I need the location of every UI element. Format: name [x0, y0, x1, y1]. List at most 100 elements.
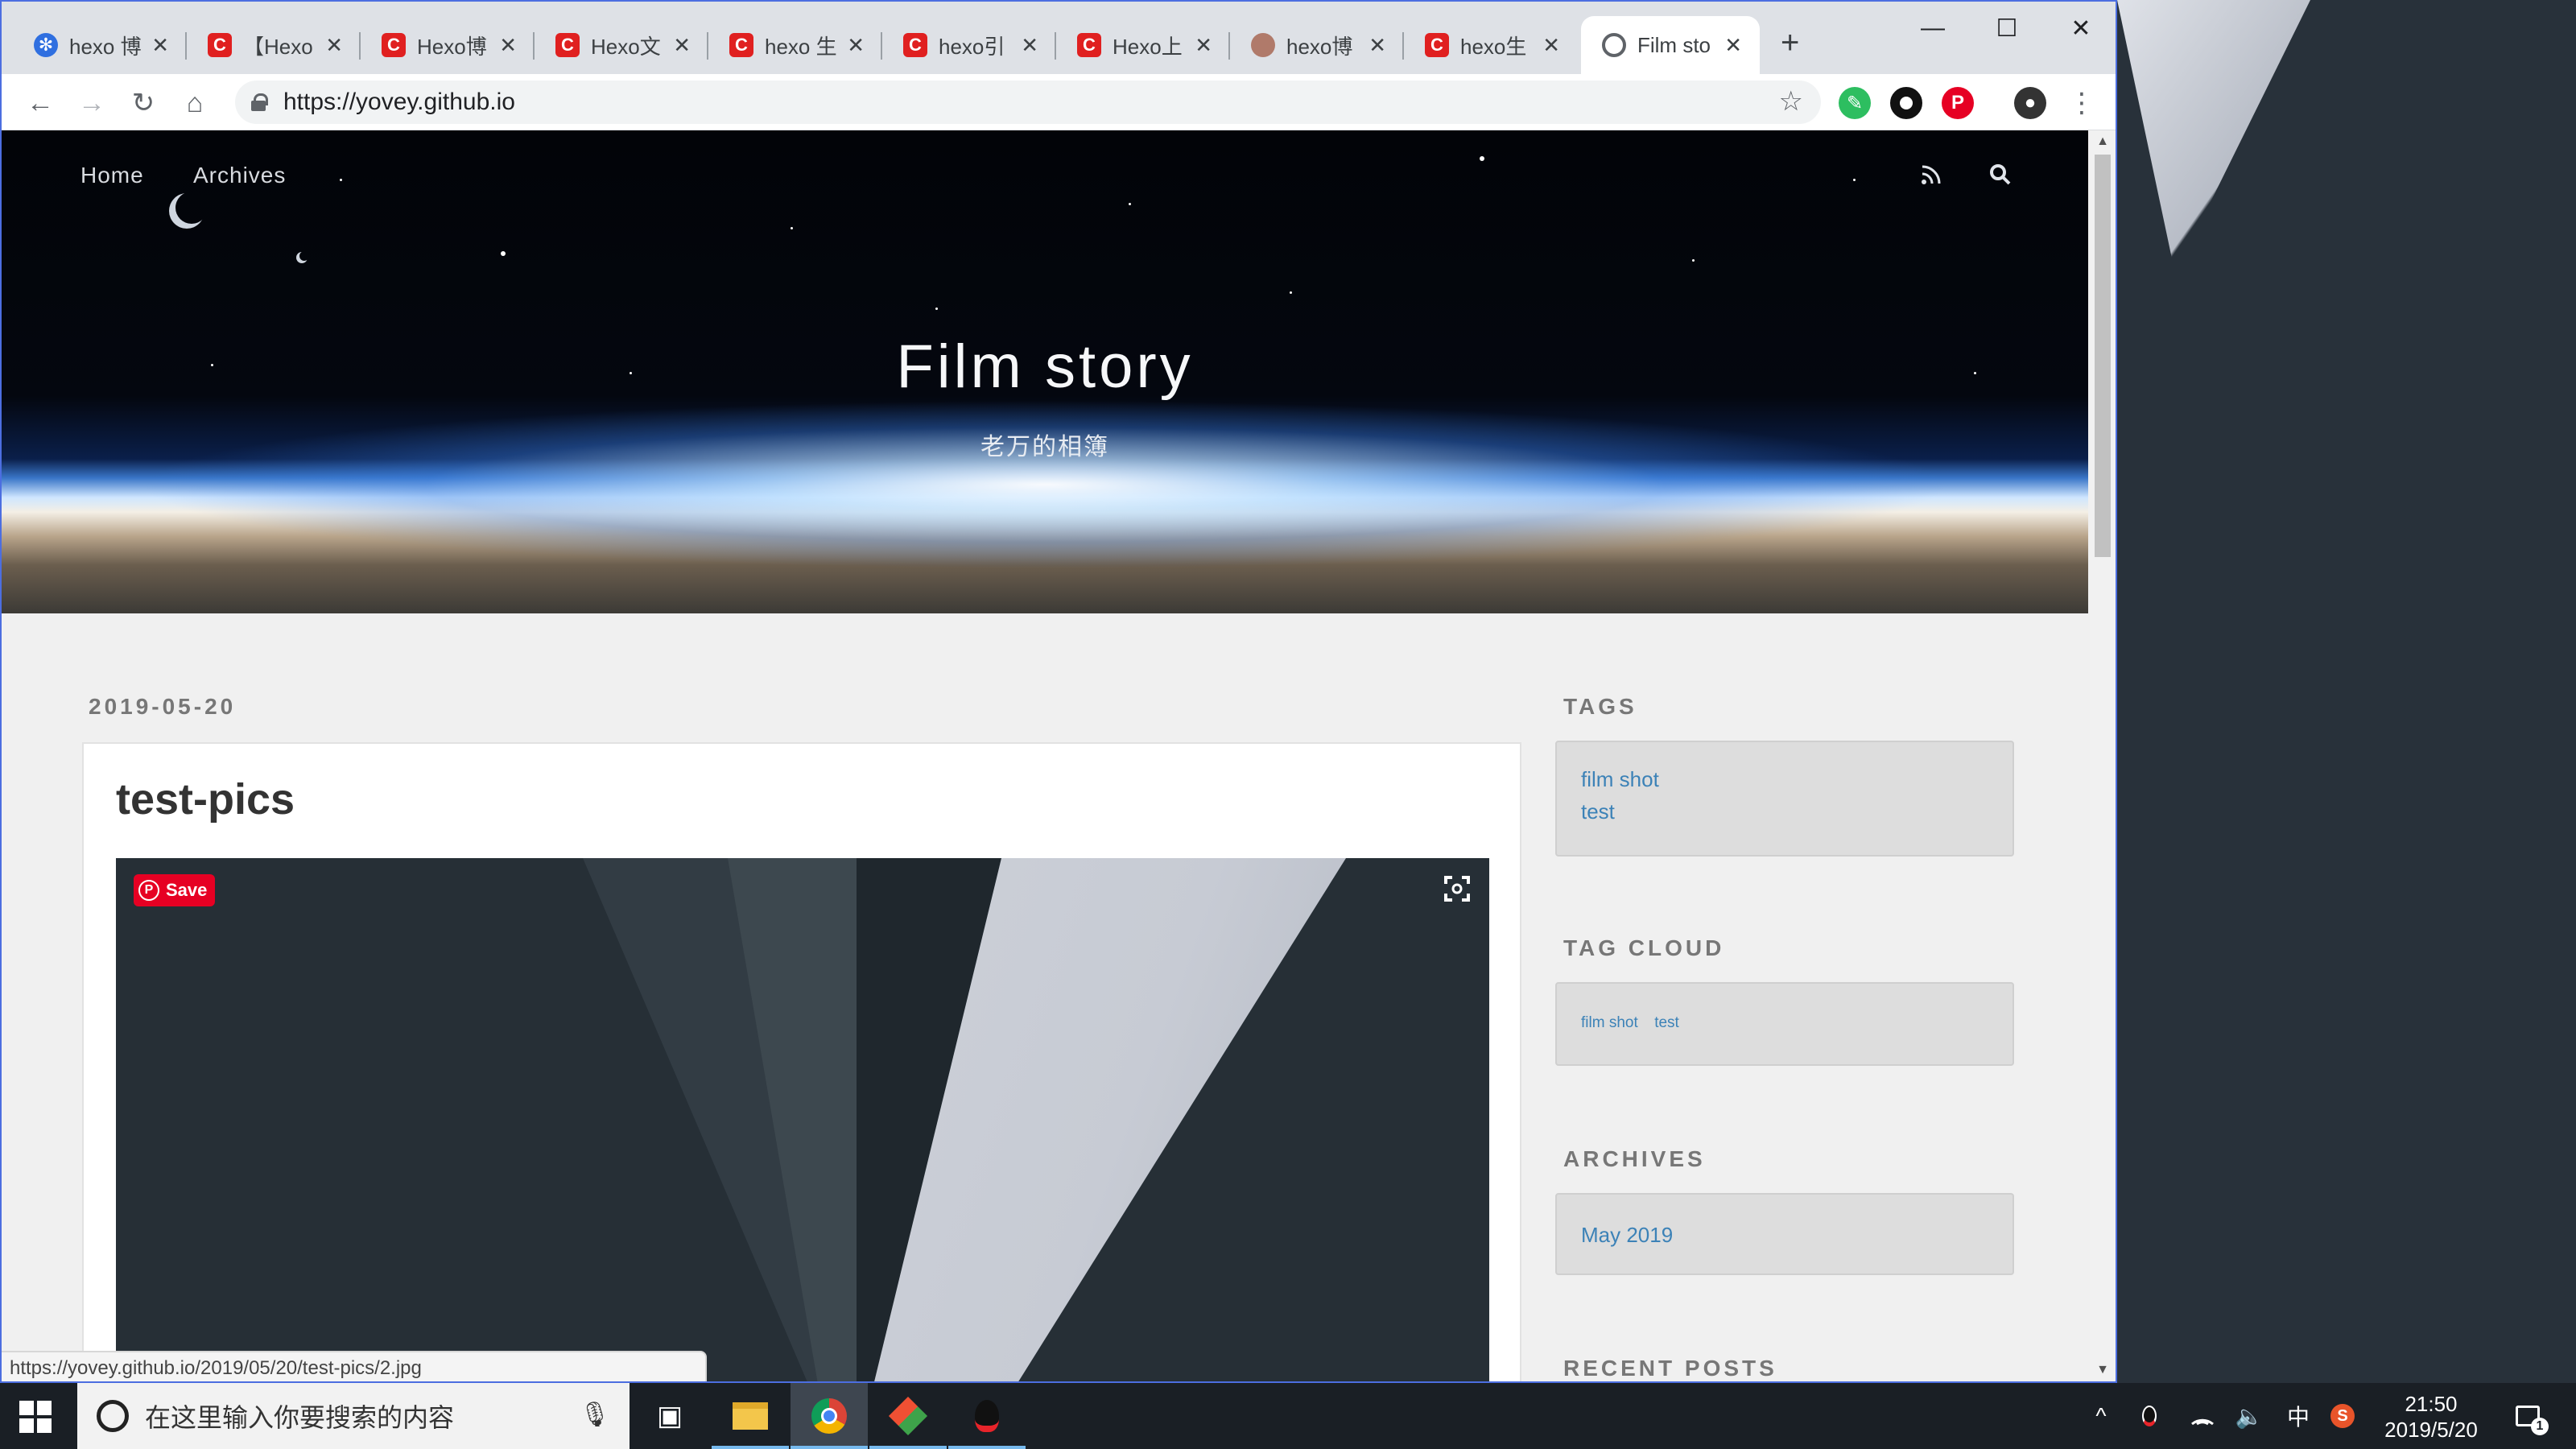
- taskbar-search-placeholder: 在这里输入你要搜索的内容: [145, 1403, 455, 1432]
- tab-title: Hexo文: [591, 34, 661, 59]
- csdn-icon: C: [903, 33, 927, 57]
- tab-close-icon[interactable]: ✕: [673, 33, 691, 58]
- tab-close-icon[interactable]: ✕: [1724, 33, 1742, 58]
- windows-taskbar: 在这里输入你要搜索的内容 🎙 ▣ ^ 🔈 中 S 21:50 2019/5/20…: [0, 1383, 2576, 1449]
- file-explorer-icon[interactable]: [712, 1383, 789, 1449]
- hero-banner: Home Archives Film story 老万的相簿: [2, 130, 2088, 613]
- save-label: Save: [166, 880, 208, 900]
- archives-heading: ARCHIVES: [1563, 1146, 1706, 1171]
- pinterest-extension-icon[interactable]: P: [1942, 87, 1974, 119]
- tab-close-icon[interactable]: ✕: [1021, 33, 1038, 58]
- browser-toolbar: ← → ↻ ⌂ https://yovey.github.io ☆ ✎ P ● …: [2, 74, 2116, 130]
- tab-strip: ✻ hexo 博 ✕ C 【Hexo ✕ C Hexo博 ✕ C Hexo文 ✕…: [2, 2, 2116, 74]
- clock-date: 2019/5/20: [2384, 1418, 2478, 1442]
- bookmark-star-icon[interactable]: ☆: [1779, 85, 1803, 118]
- pinterest-save-button[interactable]: P Save: [134, 874, 216, 906]
- search-icon[interactable]: [1987, 161, 2014, 188]
- tag-cloud-link[interactable]: test: [1654, 1014, 1679, 1031]
- home-icon[interactable]: ⌂: [175, 84, 214, 122]
- tab-close-icon[interactable]: ✕: [499, 33, 517, 58]
- new-tab-button[interactable]: +: [1781, 23, 1799, 63]
- windows-start-icon[interactable]: [19, 1401, 52, 1433]
- qq-tray-icon[interactable]: [2133, 1383, 2165, 1449]
- nav-archives-link[interactable]: Archives: [193, 163, 286, 188]
- globe-icon: [1602, 33, 1626, 57]
- scroll-up-arrow-icon[interactable]: ▲: [2095, 134, 2111, 150]
- tag-cloud-box: film shot test: [1555, 982, 2014, 1066]
- evernote-extension-icon[interactable]: ✎: [1839, 87, 1871, 119]
- tags-heading: TAGS: [1563, 694, 1637, 719]
- tab-2[interactable]: C Hexo博 ✕: [361, 16, 535, 74]
- ime-indicator[interactable]: 中: [2278, 1383, 2318, 1449]
- tag-cloud-link[interactable]: film shot: [1581, 1014, 1638, 1031]
- back-arrow-icon[interactable]: ←: [21, 84, 60, 122]
- taskbar-search-box[interactable]: 在这里输入你要搜索的内容 🎙: [77, 1383, 630, 1449]
- sogou-input-icon[interactable]: S: [2326, 1383, 2359, 1449]
- csdn-icon: C: [555, 33, 580, 57]
- tab-3[interactable]: C Hexo文 ✕: [535, 16, 708, 74]
- tag-link[interactable]: film shot: [1581, 763, 1988, 795]
- reload-icon[interactable]: ↻: [124, 84, 163, 122]
- post-card: test-pics P Save: [82, 742, 1521, 1381]
- fullscreen-expand-icon[interactable]: [1441, 873, 1473, 905]
- taskbar-clock[interactable]: 21:50 2019/5/20: [2367, 1391, 2496, 1443]
- tab-title: Hexo博: [417, 34, 487, 59]
- url-text[interactable]: https://yovey.github.io: [283, 89, 515, 116]
- post-image[interactable]: P Save: [116, 858, 1489, 1381]
- recent-posts-heading: RECENT POSTS: [1563, 1356, 1777, 1381]
- tab-6[interactable]: C Hexo上 ✕: [1056, 16, 1230, 74]
- profile-avatar-icon[interactable]: ●: [2014, 87, 2046, 119]
- tab-7[interactable]: hexo博 ✕: [1230, 16, 1404, 74]
- microphone-icon[interactable]: 🎙: [580, 1401, 610, 1429]
- close-window-icon[interactable]: ✕: [2045, 8, 2116, 48]
- tab-4[interactable]: C hexo 生 ✕: [708, 16, 882, 74]
- rss-icon[interactable]: [1918, 161, 1945, 188]
- tray-expand-chevron-icon[interactable]: ^: [2085, 1383, 2117, 1449]
- site-title[interactable]: Film story: [2, 332, 2088, 402]
- tag-cloud-heading: TAG CLOUD: [1563, 935, 1725, 960]
- archive-link[interactable]: May 2019: [1581, 1219, 1988, 1251]
- tab-0[interactable]: ✻ hexo 博 ✕: [13, 16, 187, 74]
- tab-close-icon[interactable]: ✕: [1368, 33, 1386, 58]
- tab-5[interactable]: C hexo引 ✕: [882, 16, 1056, 74]
- task-view-icon[interactable]: ▣: [631, 1383, 708, 1449]
- tab-title: 【Hexo: [243, 34, 313, 59]
- tab-8[interactable]: C hexo生 ✕: [1404, 16, 1578, 74]
- maximize-icon[interactable]: ☐: [1971, 8, 2043, 48]
- csdn-icon: C: [382, 33, 406, 57]
- chrome-icon[interactable]: [791, 1383, 868, 1449]
- forward-arrow-icon[interactable]: →: [72, 84, 111, 122]
- scroll-thumb[interactable]: [2095, 155, 2111, 557]
- pinterest-icon: P: [138, 880, 159, 901]
- tab-title: hexo 生: [765, 34, 837, 59]
- cortana-circle-icon[interactable]: [97, 1400, 129, 1432]
- moon-crescent: [175, 192, 208, 224]
- tab-title: hexo 博: [69, 34, 142, 59]
- qq-penguin-icon[interactable]: [948, 1383, 1026, 1449]
- tab-close-icon[interactable]: ✕: [325, 33, 343, 58]
- tab-close-icon[interactable]: ✕: [847, 33, 865, 58]
- tab-1[interactable]: C 【Hexo ✕: [187, 16, 361, 74]
- tag-link[interactable]: test: [1581, 795, 1988, 828]
- page-scrollbar[interactable]: ▲ ▼: [2090, 130, 2116, 1381]
- page-viewport: Home Archives Film story 老万的相簿 2019-05-2…: [2, 130, 2116, 1381]
- archives-box: May 2019: [1555, 1193, 2014, 1275]
- scroll-down-arrow-icon[interactable]: ▼: [2095, 1362, 2111, 1378]
- post-title[interactable]: test-pics: [116, 774, 295, 824]
- baidu-paw-icon: ✻: [34, 33, 58, 57]
- tab-close-icon[interactable]: ✕: [151, 33, 169, 58]
- csdn-icon: C: [208, 33, 232, 57]
- wifi-icon[interactable]: [2186, 1383, 2219, 1449]
- minimize-icon[interactable]: —: [1897, 8, 1969, 48]
- notification-center-icon[interactable]: 1: [2504, 1383, 2552, 1449]
- nav-home-link[interactable]: Home: [80, 163, 144, 188]
- volume-icon[interactable]: 🔈: [2233, 1383, 2265, 1449]
- circle-extension-icon[interactable]: [1890, 87, 1922, 119]
- tab-9-active[interactable]: Film sto ✕: [1581, 16, 1760, 74]
- tab-close-icon[interactable]: ✕: [1542, 33, 1560, 58]
- post-date[interactable]: 2019-05-20: [89, 694, 236, 720]
- git-app-icon[interactable]: [869, 1383, 947, 1449]
- address-bar[interactable]: https://yovey.github.io ☆: [235, 80, 1821, 124]
- menu-kebab-icon[interactable]: ⋮: [2062, 84, 2101, 122]
- tab-close-icon[interactable]: ✕: [1195, 33, 1212, 58]
